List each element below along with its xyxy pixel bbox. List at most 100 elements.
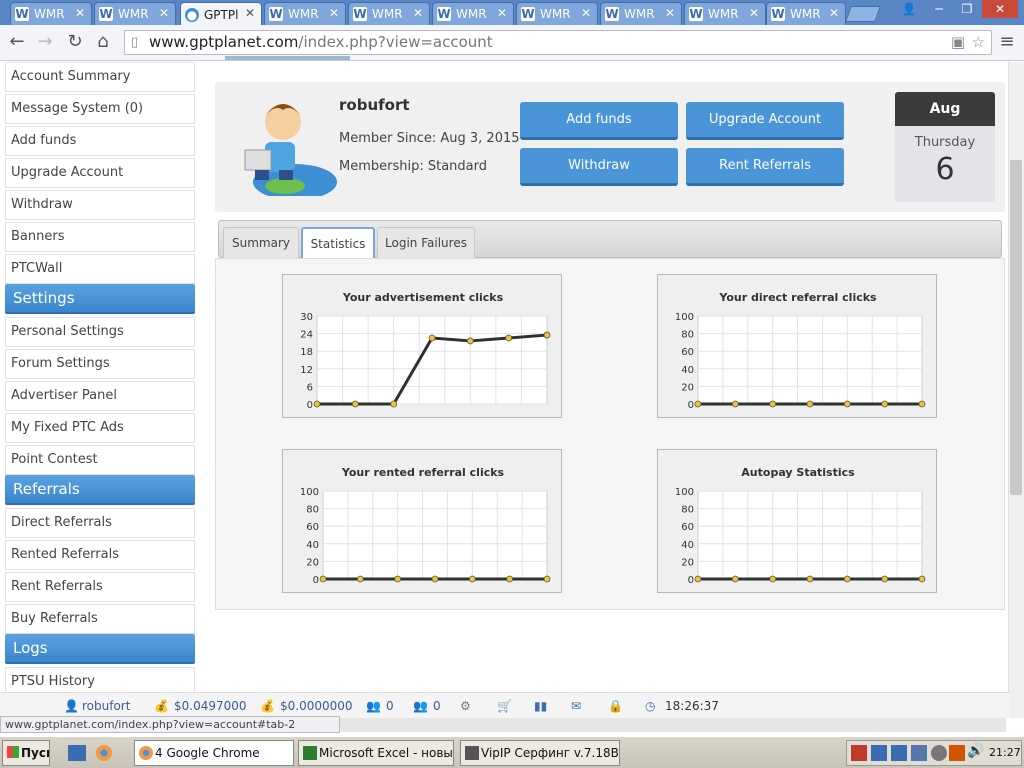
browser-tab[interactable]: W WMR ✕ — [348, 2, 430, 25]
sidebar-item-add-funds[interactable]: Add funds — [5, 126, 195, 156]
word-icon: W — [771, 7, 785, 21]
add-funds-button[interactable]: Add funds — [520, 102, 678, 140]
tab-summary[interactable]: Summary — [223, 227, 299, 259]
sidebar-item-personal-settings[interactable]: Personal Settings — [5, 317, 195, 347]
antivirus-icon[interactable] — [851, 745, 867, 761]
tray-app-icon[interactable] — [949, 745, 965, 761]
upgrade-account-button[interactable]: Upgrade Account — [686, 102, 844, 140]
gear-icon[interactable]: ⚙ — [460, 698, 471, 714]
lock-icon[interactable]: 🔒 — [608, 698, 623, 714]
stats-icon[interactable]: ▮▮ — [534, 698, 547, 714]
browser-tab[interactable]: W WMR ✕ — [600, 2, 682, 25]
close-icon[interactable]: ✕ — [749, 6, 759, 20]
close-icon[interactable]: ✕ — [329, 6, 339, 20]
back-icon[interactable]: ← — [6, 31, 28, 53]
tab-statistics[interactable]: Statistics — [301, 227, 375, 259]
address-bar[interactable]: ▯ www.gptplanet.com/index.php?view=accou… — [124, 30, 992, 55]
chrome-icon[interactable] — [96, 745, 112, 761]
close-icon[interactable]: ✕ — [159, 6, 169, 20]
sidebar-item-account-summary[interactable]: Account Summary — [5, 62, 195, 92]
sidebar-item-point-contest[interactable]: Point Contest — [5, 445, 195, 475]
new-tab-button[interactable] — [845, 6, 881, 22]
sidebar-item-forum-settings[interactable]: Forum Settings — [5, 349, 195, 379]
user-icon[interactable]: 👤 — [896, 0, 922, 18]
restore-button[interactable]: ❐ — [954, 0, 980, 18]
mail-icon[interactable]: ✉ — [571, 698, 581, 714]
data-point — [881, 575, 889, 583]
sidebar-item-advertiser-panel[interactable]: Advertiser Panel — [5, 381, 195, 411]
browser-tab[interactable]: W WMR ✕ — [684, 2, 766, 25]
browser-tab[interactable]: W WMR ✕ — [10, 2, 92, 25]
reload-icon[interactable]: ↻ — [64, 31, 86, 53]
os-taskbar: Пуск 4 Google Chrome Microsoft Excel - н… — [0, 736, 1024, 768]
home-icon[interactable]: ⌂ — [92, 31, 114, 53]
purchase-balance[interactable]: $0.0000000 — [280, 698, 353, 714]
sidebar-item-withdraw[interactable]: Withdraw — [5, 190, 195, 220]
display-icon[interactable] — [911, 745, 927, 761]
sidebar-item-direct-referrals[interactable]: Direct Referrals — [5, 508, 195, 538]
url-path: /index.php?view=account — [298, 33, 493, 51]
desktop-icon[interactable] — [68, 745, 86, 761]
browser-tab[interactable]: W WMR ✕ — [94, 2, 176, 25]
sidebar-item-rent-referrals[interactable]: Rent Referrals — [5, 572, 195, 602]
volume-icon[interactable]: 🔊 — [967, 743, 984, 759]
close-icon[interactable]: ✕ — [75, 6, 85, 20]
sidebar-item-ptsu-history[interactable]: PTSU History — [5, 667, 195, 692]
star-icon[interactable]: ☆ — [972, 31, 985, 54]
horizontal-scrollbar[interactable] — [340, 718, 1006, 732]
translate-icon[interactable]: ▣ — [951, 31, 965, 54]
close-icon[interactable]: ✕ — [497, 6, 507, 20]
browser-tab[interactable]: W WMR ✕ — [264, 2, 346, 25]
rent-referrals-button[interactable]: Rent Referrals — [686, 148, 844, 186]
network-icon[interactable] — [891, 745, 907, 761]
menu-icon[interactable]: ≡ — [996, 31, 1018, 53]
taskbar-excel[interactable]: Microsoft Excel - новы... — [298, 740, 454, 766]
chart-title: Autopay Statistics — [741, 466, 855, 479]
y-tick-label: 80 — [681, 505, 694, 516]
data-point — [543, 575, 551, 583]
withdraw-button[interactable]: Withdraw — [520, 148, 678, 186]
taskbar-chrome[interactable]: 4 Google Chrome — [134, 740, 294, 766]
word-icon: W — [437, 7, 451, 21]
cart-icon[interactable]: 🛒 — [497, 698, 512, 714]
direct-referrals-count[interactable]: 0 — [386, 698, 394, 714]
chart-svg: Your advertisement clicks 0 6 12 18 24 30 — [300, 291, 551, 411]
network-icon[interactable] — [871, 745, 887, 761]
close-icon[interactable]: ✕ — [665, 6, 675, 20]
sidebar-item-upgrade-account[interactable]: Upgrade Account — [5, 158, 195, 188]
sidebar-item-fixed-ptc-ads[interactable]: My Fixed PTC Ads — [5, 413, 195, 443]
main-balance[interactable]: $0.0497000 — [174, 698, 247, 714]
forward-icon[interactable]: → — [34, 31, 56, 53]
browser-tab[interactable]: W WMR ✕ — [516, 2, 598, 25]
data-point — [431, 575, 439, 583]
rented-referrals-count[interactable]: 0 — [433, 698, 441, 714]
profile-panel: robufort Member Since: Aug 3, 2015 Membe… — [215, 82, 1005, 212]
tab-login-failures[interactable]: Login Failures — [377, 227, 475, 259]
close-icon[interactable]: ✕ — [829, 6, 839, 20]
sidebar-item-ptcwall[interactable]: PTCWall — [5, 254, 195, 284]
start-button[interactable]: Пуск — [2, 740, 50, 766]
minimize-button[interactable]: ─ — [926, 0, 952, 18]
close-icon[interactable]: ✕ — [413, 6, 423, 20]
windows-icon — [7, 746, 19, 758]
vertical-scrollbar-thumb[interactable] — [1010, 160, 1022, 495]
status-username[interactable]: robufort — [82, 698, 130, 714]
tray-app-icon[interactable] — [931, 745, 947, 761]
word-icon: W — [15, 7, 29, 21]
browser-tab-active[interactable]: ● GPTPl ✕ — [180, 2, 262, 26]
close-window-button[interactable]: ✕ — [982, 0, 1018, 18]
plot-area — [322, 490, 548, 580]
close-icon[interactable]: ✕ — [581, 6, 591, 20]
sidebar-item-buy-referrals[interactable]: Buy Referrals — [5, 604, 195, 634]
taskbar-vipip[interactable]: VipIP Серфинг v.7.18B... — [460, 740, 620, 766]
sidebar-item-rented-referrals[interactable]: Rented Referrals — [5, 540, 195, 570]
y-tick-label: 60 — [306, 522, 319, 533]
sidebar-item-banners[interactable]: Banners — [5, 222, 195, 252]
y-tick-label: 20 — [681, 557, 694, 568]
browser-toolbar: ← → ↻ ⌂ ▯ www.gptplanet.com/index.php?vi… — [0, 25, 1024, 61]
sidebar-item-message-system[interactable]: Message System (0) — [5, 94, 195, 124]
browser-tab[interactable]: W WMR ✕ — [766, 2, 846, 25]
browser-tab[interactable]: W WMR ✕ — [432, 2, 514, 25]
close-icon[interactable]: ✕ — [245, 6, 255, 20]
tab-label: WMR — [456, 7, 487, 21]
